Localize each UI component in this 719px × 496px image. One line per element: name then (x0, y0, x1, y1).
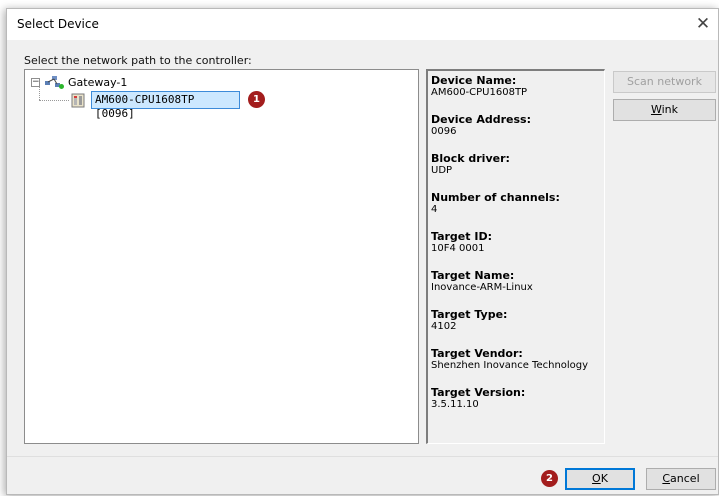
tree-connector-horizontal (39, 100, 69, 101)
info-label: Target Name: (431, 269, 515, 282)
network-gateway-icon (44, 75, 64, 89)
scan-network-button[interactable]: Scan network (613, 71, 716, 93)
info-value: Inovance-ARM-Linux (431, 282, 533, 293)
info-target-id: Target ID: 10F4 0001 (431, 230, 604, 255)
info-value: 0096 (431, 126, 457, 137)
info-target-vendor: Target Vendor: Shenzhen Inovance Technol… (431, 347, 604, 372)
info-device-name: Device Name: AM600-CPU1608TP (431, 74, 604, 99)
dialog-title: Select Device (17, 17, 99, 31)
close-button[interactable]: ✕ (688, 9, 718, 40)
info-device-address: Device Address: 0096 (431, 113, 604, 138)
info-label: Target Type: (431, 308, 508, 321)
collapse-icon[interactable]: − (31, 77, 40, 87)
info-value: 3.5.11.10 (431, 399, 479, 410)
info-label: Target Vendor: (431, 347, 523, 360)
cancel-button[interactable]: Cancel (646, 468, 716, 490)
info-value: 4 (431, 204, 438, 215)
network-tree[interactable]: − Gateway-1 AM600-CPU1608TP [0096] 1 (24, 69, 419, 444)
callout-badge-2: 2 (541, 470, 558, 487)
device-label-selected[interactable]: AM600-CPU1608TP [0096] (91, 91, 240, 120)
gateway-label: Gateway-1 (68, 75, 128, 89)
device-info-panel: Device Name: AM600-CPU1608TP Device Addr… (426, 69, 605, 444)
online-status-icon (59, 84, 64, 89)
info-value: 4102 (431, 321, 457, 332)
info-target-name: Target Name: Inovance-ARM-Linux (431, 269, 604, 294)
controller-device-icon (71, 93, 85, 108)
callout-badge-1: 1 (248, 91, 265, 108)
info-label: Device Name: (431, 74, 517, 87)
info-label: Number of channels: (431, 191, 560, 204)
info-label: Target Version: (431, 386, 526, 399)
title-bar: Select Device ✕ (7, 9, 718, 40)
ok-label: K (600, 472, 608, 485)
info-value: AM600-CPU1608TP (431, 87, 528, 98)
info-value: 10F4 0001 (431, 243, 485, 254)
wink-button[interactable]: Wink (613, 99, 716, 121)
cancel-mnemonic: C (662, 472, 671, 485)
tree-node-device[interactable]: AM600-CPU1608TP [0096] (71, 91, 240, 120)
info-label: Device Address: (431, 113, 531, 126)
info-block-driver: Block driver: UDP (431, 152, 604, 177)
wink-mnemonic: W (650, 103, 662, 116)
ok-button[interactable]: OK (565, 468, 635, 490)
wink-label: ink (661, 103, 679, 116)
cancel-label: ancel (670, 472, 700, 485)
select-device-dialog: Select Device ✕ Select the network path … (6, 8, 719, 495)
info-number-of-channels: Number of channels: 4 (431, 191, 604, 216)
dialog-footer: 2 OK Cancel (7, 456, 718, 496)
info-target-type: Target Type: 4102 (431, 308, 604, 333)
info-label: Target ID: (431, 230, 492, 243)
info-value: Shenzhen Inovance Technology (431, 360, 589, 371)
ok-mnemonic: O (592, 472, 601, 485)
info-value: UDP (431, 165, 453, 176)
tree-node-gateway[interactable]: − Gateway-1 (31, 73, 127, 91)
network-path-prompt: Select the network path to the controlle… (24, 54, 252, 67)
info-label: Block driver: (431, 152, 510, 165)
info-target-version: Target Version: 3.5.11.10 (431, 386, 604, 411)
